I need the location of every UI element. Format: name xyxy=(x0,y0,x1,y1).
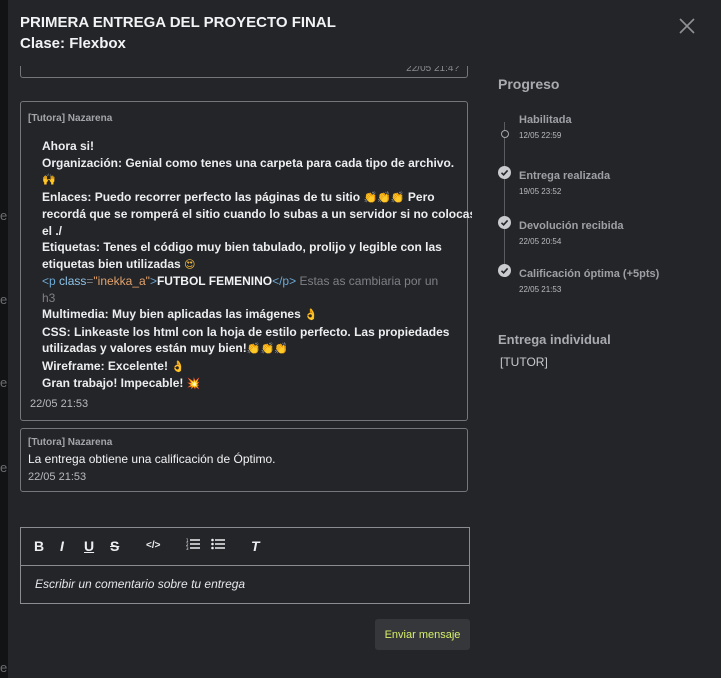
step-label: Entrega realizada xyxy=(519,170,611,182)
message-body: Ahora si! Organización: Genial como tene… xyxy=(42,138,472,393)
ordered-list-icon[interactable]: 123 xyxy=(186,537,200,555)
progress-step: Devolución recibida 22/05 20:54 xyxy=(498,216,718,262)
code-token: </p> xyxy=(272,274,297,288)
code-token: class xyxy=(59,274,87,288)
message-author: [Tutora] Nazarena xyxy=(28,437,113,448)
ok-hand-emoji: 👌 xyxy=(171,359,185,373)
modal-subtitle: Clase: Flexbox xyxy=(20,35,126,52)
step-label: Calificación óptima (+5pts) xyxy=(519,268,660,280)
code-snippet: <p class="inekka_a">FUTBOL FEMENINO</p> … xyxy=(42,273,447,290)
raised-hands-emoji: 🙌 xyxy=(42,173,56,186)
clapping-emoji: 👏👏👏 xyxy=(363,190,405,204)
step-label: Devolución recibida xyxy=(519,220,624,232)
backdrop-fragment: e xyxy=(0,660,8,675)
heart-eyes-emoji: 😍 xyxy=(184,257,196,271)
italic-button[interactable]: I xyxy=(60,537,64,555)
backdrop-fragment: e xyxy=(0,208,8,223)
backdrop-fragment: e xyxy=(0,460,8,475)
message-body: La entrega obtiene una calificación de Ó… xyxy=(28,452,276,466)
message-card: [Tutora] Nazarena Ahora si! Organización… xyxy=(20,101,472,421)
code-comment: Estas as cambiaria por un xyxy=(299,274,439,288)
send-message-button[interactable]: Enviar mensaje xyxy=(375,619,470,650)
backdrop-fragment: e xyxy=(0,375,8,390)
message-line: CSS: Linkeaste los html con la hoja de e… xyxy=(42,324,450,339)
comments-thread[interactable]: 22/05 21:4? [Tutora] Nazarena Ahora si! … xyxy=(16,66,472,516)
message-author: [Tutora] Nazarena xyxy=(28,113,113,124)
message-line: Multimedia: Muy bien aplicadas las imáge… xyxy=(42,307,301,321)
comment-editor[interactable]: B I U S </> 123 T Escribir un comentario… xyxy=(20,527,470,604)
delivery-modal: PRIMERA ENTREGA DEL PROYECTO FINAL Clase… xyxy=(8,0,721,678)
backdrop-fragment: e xyxy=(0,292,8,307)
modal-title: PRIMERA ENTREGA DEL PROYECTO FINAL xyxy=(20,14,336,31)
individual-delivery-value: [TUTOR] xyxy=(500,355,548,369)
message-time: 22/05 21:53 xyxy=(30,398,89,410)
clear-format-button[interactable]: T xyxy=(251,537,260,555)
message-card: [Tutora] Nazarena La entrega obtiene una… xyxy=(20,428,468,492)
progress-step: Entrega realizada 19/05 23:52 xyxy=(498,166,718,212)
step-date: 22/05 20:54 xyxy=(519,237,562,246)
code-token: > xyxy=(149,274,157,288)
step-date: 22/05 21:53 xyxy=(519,285,562,294)
code-token: FUTBOL FEMENINO xyxy=(156,274,273,288)
clapping-emoji: 👏👏👏 xyxy=(246,342,288,355)
ok-hand-emoji: 👌 xyxy=(304,308,318,321)
code-comment: h3 xyxy=(42,290,56,305)
progress-panel: Progreso Habilitada 12/05 22:59 Entrega … xyxy=(498,76,718,369)
progress-title: Progreso xyxy=(498,76,560,92)
code-token: <p xyxy=(42,274,56,288)
code-token: "inekka_a" xyxy=(93,274,150,288)
individual-delivery-title: Entrega individual xyxy=(498,332,611,347)
editor-toolbar: B I U S </> 123 T xyxy=(21,528,469,566)
message-line: Wireframe: Excelente! xyxy=(42,358,168,373)
message-line: el ./ xyxy=(42,223,63,238)
message-time: 22/05 21:53 xyxy=(28,471,87,483)
comment-input[interactable]: Escribir un comentario sobre tu entrega xyxy=(35,577,245,591)
code-button[interactable]: </> xyxy=(146,537,160,555)
backdrop: e e e e e xyxy=(0,0,8,678)
message-line: utilizadas y valores están muy bien! xyxy=(42,341,247,355)
message-line: Organización: Genial como tenes una carp… xyxy=(42,155,455,170)
message-line: Etiquetas: Tenes el código muy bien tabu… xyxy=(42,240,442,254)
svg-text:3: 3 xyxy=(186,546,189,551)
bold-button[interactable]: B xyxy=(34,537,44,555)
step-date: 12/05 22:59 xyxy=(519,131,562,140)
strikethrough-button[interactable]: S xyxy=(110,537,119,555)
check-circle-icon xyxy=(498,264,511,277)
step-date: 19/05 23:52 xyxy=(519,187,562,196)
message-line: etiquetas bien utilizadas xyxy=(42,256,181,271)
progress-step: Habilitada 12/05 22:59 xyxy=(498,114,718,156)
previous-message: 22/05 21:4? xyxy=(20,66,468,78)
check-circle-icon xyxy=(498,166,511,179)
step-pending-dot-icon xyxy=(501,130,509,138)
underline-button[interactable]: U xyxy=(84,537,94,555)
message-line: recordá que se romperá el sitio cuando l… xyxy=(42,207,472,221)
collision-emoji: 💥 xyxy=(186,377,201,390)
step-label: Habilitada xyxy=(519,114,572,126)
message-line: Enlaces: Puedo recorrer perfecto las pág… xyxy=(42,189,361,204)
message-line: Ahora si! xyxy=(42,139,95,153)
check-circle-icon xyxy=(498,216,511,229)
progress-step: Calificación óptima (+5pts) 22/05 21:53 xyxy=(498,264,718,310)
bullet-list-icon[interactable] xyxy=(211,537,225,555)
message-line: Gran trabajo! Impecable! xyxy=(42,376,184,390)
message-line: Pero xyxy=(407,189,435,204)
message-time: 22/05 21:4? xyxy=(406,66,459,74)
modal-header: PRIMERA ENTREGA DEL PROYECTO FINAL Clase… xyxy=(20,12,336,54)
close-icon[interactable] xyxy=(677,16,697,36)
